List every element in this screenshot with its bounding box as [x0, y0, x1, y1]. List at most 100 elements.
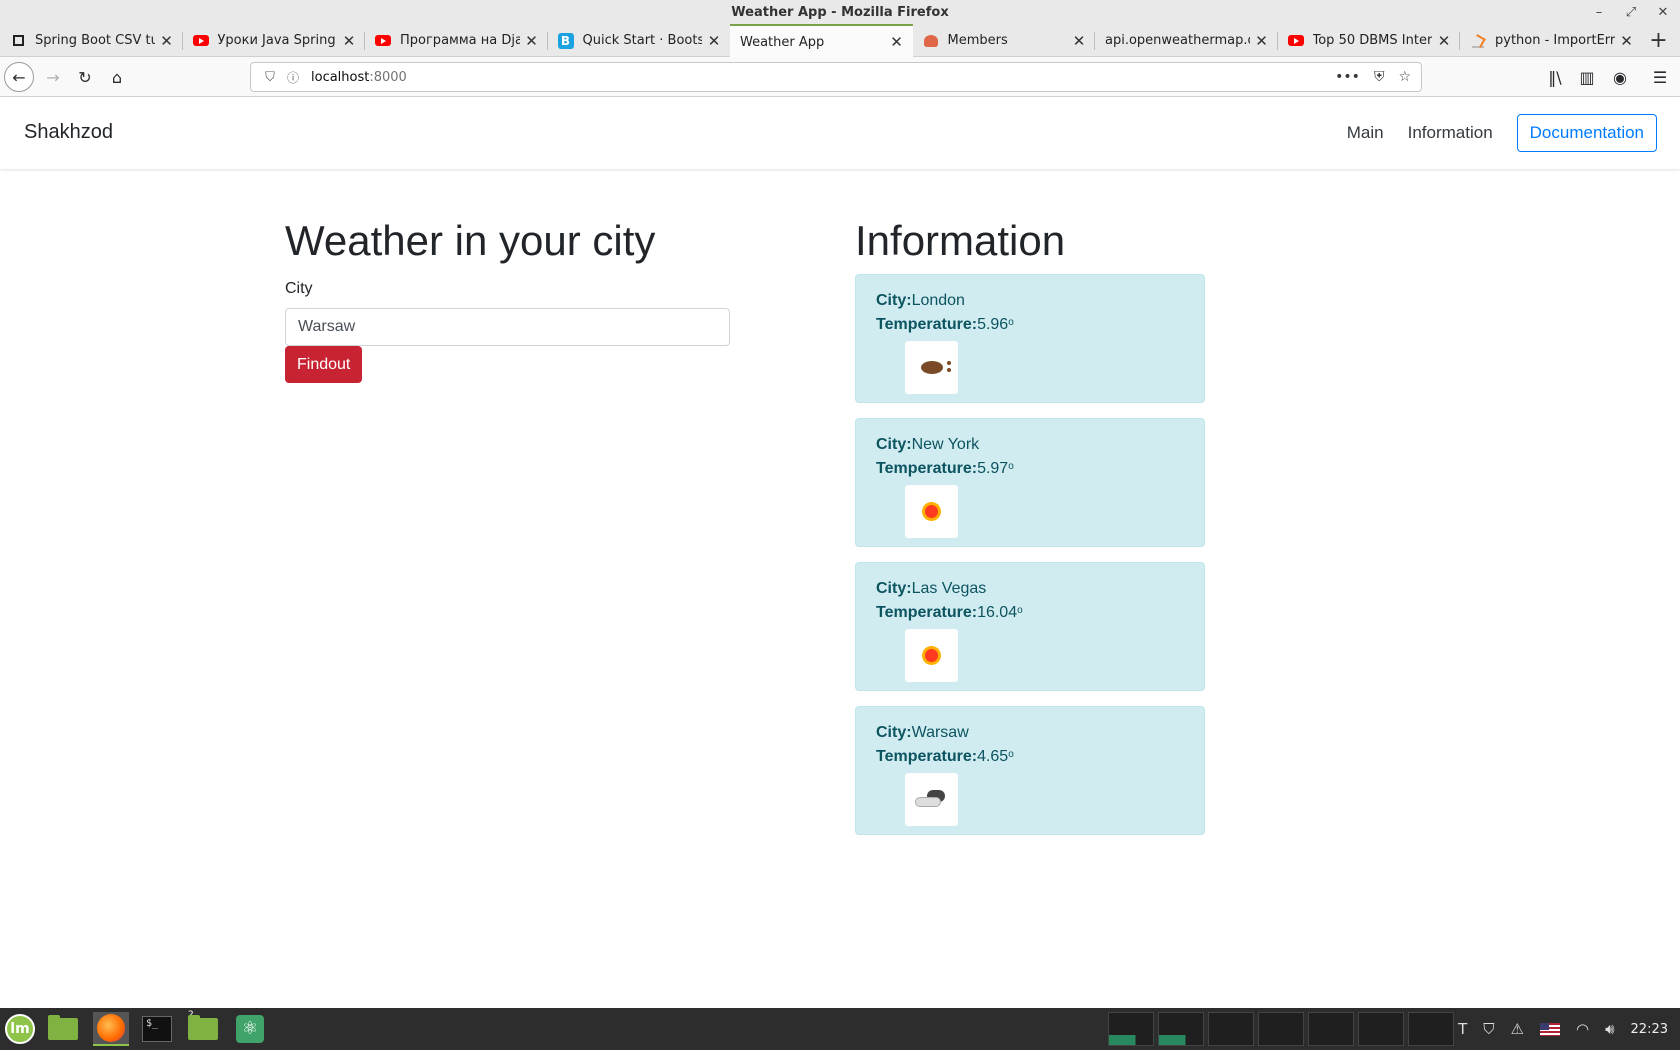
square-favicon-icon — [10, 33, 26, 49]
documentation-button[interactable]: Documentation — [1516, 114, 1657, 152]
city-field-label: City: — [876, 292, 912, 309]
menu-button[interactable]: ☰ — [1645, 62, 1675, 92]
minimize-icon[interactable]: – — [1592, 0, 1606, 25]
teams-icon[interactable]: T — [1458, 1020, 1467, 1038]
city-value: New York — [911, 436, 980, 453]
cloud-icon — [913, 789, 951, 810]
temperature-field-label: Temperature: — [876, 316, 978, 333]
taskbar-files[interactable]: 2 — [185, 1010, 221, 1046]
browser-tab[interactable]: Spring Boot CSV tut ✕ — [0, 24, 183, 57]
youtube-icon — [375, 33, 391, 49]
volume-icon[interactable]: 🔊︎ — [1605, 1020, 1614, 1038]
start-menu-button[interactable]: lm — [2, 1012, 38, 1046]
home-button[interactable]: ⌂ — [102, 62, 132, 92]
new-tab-button[interactable]: + — [1643, 24, 1675, 57]
library-icon: ‖\ — [1548, 67, 1562, 87]
weather-card: City:Las Vegas Temperature:16.04o — [855, 562, 1205, 691]
browser-tab[interactable]: python - ImportErro ✕ — [1460, 24, 1643, 57]
weather-card: City:Warsaw Temperature:4.65o — [855, 706, 1205, 835]
bootstrap-icon: B — [557, 32, 574, 49]
taskbar-terminal[interactable]: $_ — [139, 1012, 175, 1046]
tab-title: Quick Start · Bootstr — [582, 33, 703, 48]
terminal-icon: $_ — [142, 1016, 172, 1042]
tab-title: Программа на Djan — [400, 33, 520, 48]
weather-icon-box — [905, 485, 958, 538]
address-bar-actions: ••• ⛨ ☆ — [1335, 69, 1411, 85]
tab-title: Уроки Java Spring B — [217, 33, 338, 48]
browser-tab[interactable]: api.openweathermap.or ✕ — [1095, 24, 1278, 57]
stackoverflow-icon — [1470, 33, 1486, 49]
city-input[interactable]: Warsaw — [285, 308, 730, 346]
maximize-icon[interactable]: ⤢ — [1624, 0, 1638, 25]
taskbar: lm $_ 2 ⚛ T ⛉ ⚠ ◠ 🔊︎ 22:23 — [0, 1008, 1680, 1050]
tracking-shield-icon[interactable]: ⛉ — [257, 70, 283, 85]
sidebar-button[interactable]: ▥ — [1572, 62, 1602, 92]
address-bar[interactable]: ⛉ ⓘ localhost:8000 ••• ⛨ ☆ — [250, 62, 1422, 92]
taskbar-atom[interactable]: ⚛ — [232, 1012, 268, 1046]
browser-tab[interactable]: B Quick Start · Bootstr ✕ — [548, 24, 731, 57]
youtube-icon — [192, 33, 209, 49]
browser-tab[interactable]: Members ✕ — [913, 24, 1095, 57]
close-tab-icon[interactable]: ✕ — [1071, 32, 1087, 50]
back-button[interactable]: ← — [4, 62, 34, 92]
desktop-icon — [48, 1015, 78, 1040]
close-window-icon[interactable]: ✕ — [1656, 0, 1670, 25]
library-button[interactable]: ‖\ — [1540, 62, 1570, 92]
browser-toolbar: ← → ↻ ⌂ ⛉ ⓘ localhost:8000 ••• ⛨ ☆ ‖\ ▥ … — [0, 57, 1680, 97]
shield-update-icon[interactable]: ⛉ — [1483, 1020, 1494, 1038]
page-actions-icon[interactable]: ••• — [1335, 69, 1360, 85]
pocket-icon[interactable]: ⛨ — [1374, 69, 1385, 85]
findout-button[interactable]: Findout — [285, 346, 363, 383]
forward-button[interactable]: → — [38, 62, 68, 92]
degree-symbol: o — [1008, 461, 1014, 472]
close-tab-icon[interactable]: ✕ — [1619, 32, 1635, 50]
nav-link-information[interactable]: Information — [1408, 123, 1493, 143]
warning-icon[interactable]: ⚠ — [1511, 1020, 1524, 1038]
weather-icon-box — [905, 341, 958, 394]
url-text[interactable]: localhost:8000 — [311, 70, 407, 85]
information-heading: Information — [855, 217, 1066, 264]
city-value: Warsaw — [911, 724, 969, 741]
close-tab-icon[interactable]: ✕ — [1254, 32, 1270, 50]
temperature-field-label: Temperature: — [876, 748, 978, 765]
nav-link-main[interactable]: Main — [1347, 123, 1384, 143]
temperature-field-label: Temperature: — [876, 604, 978, 621]
bookmark-star-icon[interactable]: ☆ — [1398, 69, 1411, 85]
arrow-right-icon: → — [46, 67, 60, 87]
account-button[interactable]: ◉ — [1605, 62, 1635, 92]
close-tab-icon[interactable]: ✕ — [159, 32, 175, 50]
site-info-icon[interactable]: ⓘ — [283, 69, 303, 86]
hamburger-menu-icon: ☰ — [1652, 67, 1668, 87]
show-desktop-button[interactable] — [45, 1012, 81, 1046]
browser-tab-active[interactable]: Weather App ✕ — [730, 24, 913, 58]
browser-tab[interactable]: Уроки Java Spring B ✕ — [183, 24, 365, 57]
browser-tab[interactable]: Программа на Djan ✕ — [365, 24, 548, 57]
weather-card: City:London Temperature:5.96o — [855, 274, 1205, 403]
temperature-value: 4.65 — [977, 748, 1009, 765]
close-tab-icon[interactable]: ✕ — [524, 32, 540, 50]
tab-strip: Spring Boot CSV tut ✕ Уроки Java Spring … — [0, 24, 1680, 58]
city-value: Las Vegas — [911, 580, 987, 597]
network-monitor — [1258, 1012, 1304, 1046]
close-tab-icon[interactable]: ✕ — [341, 32, 357, 50]
taskbar-firefox[interactable] — [93, 1012, 129, 1046]
site-navbar: Shakhzod Main Information Documentation — [0, 97, 1680, 169]
clock[interactable]: 22:23 — [1631, 1022, 1668, 1037]
folder-icon — [188, 1015, 218, 1040]
temperature-value: 5.96 — [977, 316, 1009, 333]
city-field-label: City: — [876, 580, 912, 597]
brand-link[interactable]: Shakhzod — [24, 121, 113, 144]
browser-tab[interactable]: Top 50 DBMS Intervi ✕ — [1278, 24, 1460, 57]
load-monitor — [1408, 1012, 1454, 1046]
close-tab-icon[interactable]: ✕ — [706, 32, 722, 50]
close-tab-icon[interactable]: ✕ — [1436, 32, 1452, 50]
weather-form: Weather in your city City Warsaw Findout — [285, 216, 730, 383]
reload-button[interactable]: ↻ — [70, 62, 100, 92]
close-tab-icon[interactable]: ✕ — [889, 33, 905, 51]
sun-icon — [925, 505, 938, 518]
mist-icon — [920, 361, 951, 374]
wifi-icon[interactable]: ◠ — [1576, 1020, 1589, 1038]
window-controls: – ⤢ ✕ — [1592, 0, 1670, 25]
arrow-left-icon: ← — [12, 67, 26, 87]
keyboard-layout-flag-icon[interactable] — [1539, 1022, 1560, 1036]
